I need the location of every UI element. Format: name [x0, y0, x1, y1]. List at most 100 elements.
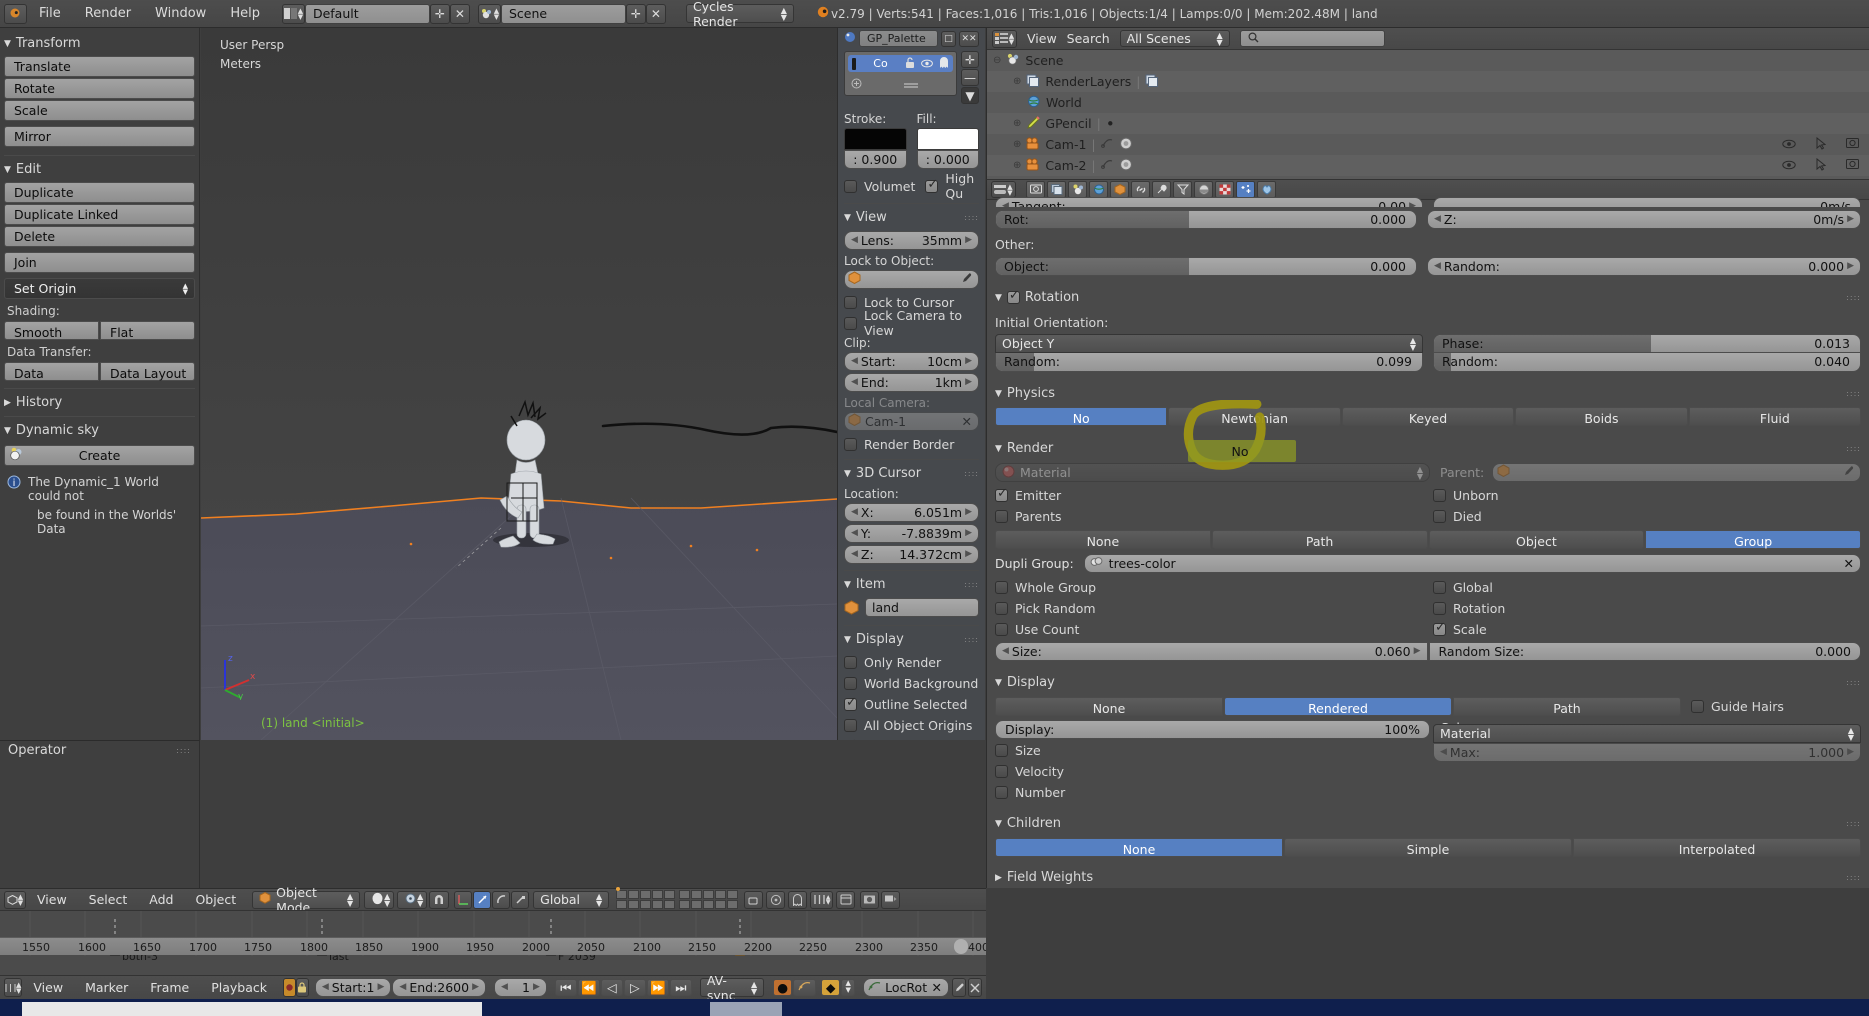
translate-manipulator-icon[interactable]	[473, 890, 492, 909]
outliner-menu-view[interactable]: View	[1027, 31, 1057, 46]
set-origin-button[interactable]: Set Origin ▲ ▼	[4, 278, 195, 299]
panel-field-weights-header[interactable]: ▶ Field Weights ::::	[995, 868, 1861, 887]
chevron-left-icon[interactable]: ◀	[851, 546, 858, 563]
timeline-menu-marker[interactable]: Marker	[74, 980, 139, 995]
render-preview-icon[interactable]	[860, 890, 880, 909]
panel-render-header[interactable]: ▼ Render ::::	[995, 439, 1861, 458]
auto-key-curve-icon[interactable]	[793, 979, 817, 996]
bone-options-icon[interactable]	[836, 890, 856, 909]
display-size-toggle[interactable]: Size	[995, 741, 1423, 759]
emitter-toggle[interactable]: Emitter	[995, 486, 1423, 504]
layer-button[interactable]	[679, 900, 691, 909]
layer-button[interactable]	[727, 890, 739, 899]
chevron-left-icon[interactable]: ◀	[399, 979, 406, 996]
menu-help[interactable]: Help	[218, 6, 272, 21]
checkbox-icon[interactable]	[1006, 288, 1020, 304]
interaction-mode-select[interactable]: Object Mode ▲ ▼	[252, 885, 361, 915]
dupli-rotation-toggle[interactable]: Rotation	[1433, 599, 1861, 617]
tab-scene[interactable]	[1068, 181, 1087, 198]
palette-unlink-button[interactable]: ✕✕	[959, 30, 979, 47]
smooth-button[interactable]: Smooth	[4, 321, 99, 340]
taskbar-window-button-2[interactable]	[710, 1002, 782, 1016]
outliner-row-gpencil[interactable]: ⊕ GPencil | •	[987, 113, 1869, 134]
all-object-origins-toggle[interactable]: All Object Origins	[844, 716, 979, 734]
panel-3d-cursor-header[interactable]: ▼ 3D Cursor ::::	[844, 464, 979, 483]
layer-button[interactable]	[628, 900, 640, 909]
render-material-select[interactable]: Material ▲ ▼	[995, 463, 1430, 482]
translate-button[interactable]: Translate	[4, 56, 195, 77]
dupli-path-button[interactable]: Path	[1211, 530, 1428, 549]
layer-specials-menu[interactable]: ▼	[961, 87, 979, 104]
parents-toggle[interactable]: Parents	[995, 507, 1423, 525]
editor-type-icon[interactable]: ▲ ▼	[4, 978, 23, 997]
use-count-toggle[interactable]: Use Count	[995, 620, 1423, 638]
delete-keyframe-icon[interactable]	[968, 978, 983, 997]
outliner-row-renderlayers[interactable]: ⊕ RenderLayers |	[987, 71, 1869, 92]
tab-modifiers[interactable]	[1152, 181, 1171, 198]
children-interpolated-button[interactable]: Interpolated	[1573, 838, 1861, 857]
layer-button[interactable]	[703, 890, 715, 899]
chevron-right-icon[interactable]: ▶	[965, 353, 972, 370]
chevron-left-icon[interactable]: ◀	[851, 232, 858, 249]
physics-no-button[interactable]: No	[995, 407, 1168, 426]
proportional-edit-icon[interactable]	[766, 890, 786, 909]
add-layer-button[interactable]: ✛	[961, 51, 979, 68]
timeline-menu-view[interactable]: View	[22, 980, 74, 995]
outliner-display-mode-select[interactable]: All Scenes ▲ ▼	[1119, 30, 1230, 47]
layer-button[interactable]	[703, 900, 715, 909]
mirror-button[interactable]: Mirror	[4, 126, 195, 147]
delete-scene-button[interactable]: ✕	[645, 3, 666, 24]
cursor-z-field[interactable]: ◀ Z: 14.372cm ▶	[844, 545, 979, 564]
chevron-left-icon[interactable]: ◀	[1002, 198, 1009, 207]
duplicate-button[interactable]: Duplicate	[4, 182, 195, 203]
scale-manipulator-icon[interactable]	[511, 890, 530, 909]
outliner-row-cam-1[interactable]: ⊕ Cam-1 |	[987, 134, 1869, 155]
viewport-menu-view[interactable]: View	[26, 892, 78, 907]
timeline-scrollbar-handle[interactable]	[954, 939, 968, 954]
add-scene-button[interactable]: ✛	[625, 3, 646, 24]
lock-layers-icon[interactable]	[744, 890, 764, 909]
animation-icon[interactable]	[1100, 158, 1114, 173]
render-settings-icon[interactable]	[881, 890, 901, 909]
panel-display-header[interactable]: ▼ Display ::::	[844, 630, 979, 649]
dupli-group-button[interactable]: Group	[1645, 530, 1861, 549]
chevron-left-icon[interactable]: ◀	[1002, 643, 1009, 660]
screen-layout-icon[interactable]: ▲ ▼	[281, 3, 305, 24]
tab-texture[interactable]	[1215, 181, 1234, 198]
tab-constraints[interactable]	[1131, 181, 1150, 198]
chevron-left-icon[interactable]: ◀	[322, 979, 329, 996]
chevron-left-icon[interactable]: ◀	[851, 374, 858, 391]
animation-icon[interactable]	[1100, 137, 1114, 152]
chevron-left-icon[interactable]: ◀	[1434, 211, 1441, 228]
delete-screen-layout-button[interactable]: ✕	[449, 3, 470, 24]
rotation-random-slider[interactable]: Random: 0.099	[995, 353, 1423, 372]
keyframe-type-icon[interactable]: ◆	[821, 979, 841, 996]
chevron-right-icon[interactable]: ▶	[1414, 643, 1421, 660]
insert-keyframe-icon[interactable]	[952, 978, 967, 997]
layer-button[interactable]	[691, 900, 703, 909]
display-none-button[interactable]: None	[995, 697, 1223, 716]
duplicate-linked-button[interactable]: Duplicate Linked	[4, 204, 195, 225]
fill-color-swatch[interactable]	[916, 128, 979, 150]
clip-end-field[interactable]: ◀ End: 1km ▶	[844, 373, 979, 392]
render-camera-icon[interactable]	[1846, 158, 1859, 173]
chevron-right-icon[interactable]: ▶	[1847, 258, 1854, 275]
gp-color-slot-row[interactable]: Co	[848, 55, 953, 72]
tab-particles[interactable]	[1236, 181, 1255, 198]
phase-random-slider[interactable]: Random: 0.040	[1433, 353, 1861, 372]
layer-button[interactable]	[715, 900, 727, 909]
tab-render-layers[interactable]	[1047, 181, 1066, 198]
world-background-toggle[interactable]: World Background	[844, 674, 979, 692]
clip-start-field[interactable]: ◀ Start: 10cm ▶	[844, 352, 979, 371]
chevron-left-icon[interactable]: ◀	[851, 525, 858, 542]
display-rendered-button[interactable]: Rendered	[1224, 697, 1452, 716]
flat-button[interactable]: Flat	[100, 321, 195, 340]
panel-view-header[interactable]: ▼ View ::::	[844, 208, 979, 227]
physics-fluid-button[interactable]: Fluid	[1688, 407, 1862, 426]
operator-header[interactable]: Operator ::::	[0, 741, 199, 760]
add-color-icon[interactable]	[851, 77, 862, 92]
camera-data-icon[interactable]	[1119, 158, 1134, 174]
layer-button[interactable]	[652, 890, 664, 899]
blender-logo-icon[interactable]	[4, 3, 27, 24]
close-icon[interactable]: ✕	[932, 979, 942, 996]
